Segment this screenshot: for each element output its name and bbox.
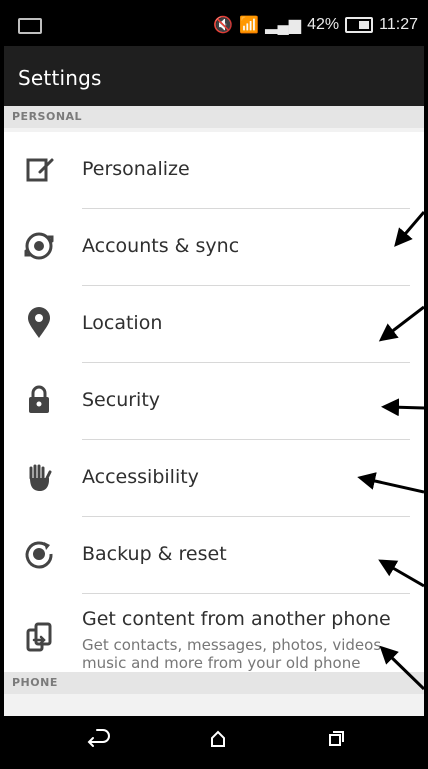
- section-header-phone: PHONE: [4, 672, 424, 694]
- location-pin-icon: [28, 307, 50, 338]
- settings-list: Personalize Accounts & sync Location Sec…: [4, 132, 424, 680]
- recent-apps-icon[interactable]: [316, 726, 356, 754]
- app-bar: Settings: [4, 46, 424, 106]
- notification-icon: [18, 18, 42, 34]
- status-icons: 🔇 📶 ▂▄▆ 42% 11:27: [213, 15, 418, 35]
- settings-item-label: Get content from another phone: [82, 608, 391, 630]
- settings-item-subtitle: Get contacts, messages, photos, videos, …: [82, 636, 386, 672]
- settings-item-personalize[interactable]: Personalize: [4, 132, 424, 209]
- settings-item-accessibility[interactable]: Accessibility: [4, 440, 424, 517]
- settings-item-label: Personalize: [82, 158, 190, 180]
- settings-item-label: Location: [82, 312, 163, 334]
- sync-icon: [24, 232, 54, 260]
- mute-icon: 🔇: [213, 17, 234, 34]
- signal-icon: ▂▄▆: [265, 17, 302, 34]
- settings-item-location[interactable]: Location: [4, 286, 424, 363]
- settings-item-get-content[interactable]: Get content from another phone Get conta…: [4, 594, 424, 680]
- personalize-icon: [26, 158, 54, 182]
- phone-frame: 🔇 📶 ▂▄▆ 42% 11:27 Settings PERSONAL Pers…: [0, 0, 428, 769]
- home-icon[interactable]: [198, 726, 238, 754]
- section-label: PHONE: [12, 676, 58, 689]
- settings-item-security[interactable]: Security: [4, 363, 424, 440]
- settings-item-label: Accounts & sync: [82, 235, 240, 257]
- status-bar: 🔇 📶 ▂▄▆ 42% 11:27: [4, 4, 424, 46]
- settings-item-label: Security: [82, 389, 161, 411]
- battery-icon: [345, 17, 374, 33]
- back-icon[interactable]: [79, 726, 119, 754]
- lock-icon: [29, 385, 49, 413]
- transfer-phone-icon: [26, 622, 52, 652]
- wifi-icon: 📶: [239, 17, 260, 34]
- section-label: PERSONAL: [12, 110, 83, 123]
- hand-icon: [29, 464, 52, 491]
- settings-item-label: Backup & reset: [82, 543, 227, 565]
- page-title: Settings: [18, 66, 102, 90]
- section-header-personal: PERSONAL: [4, 106, 424, 128]
- settings-item-backup-reset[interactable]: Backup & reset: [4, 517, 424, 594]
- backup-reset-icon: [25, 541, 53, 569]
- settings-item-label: Accessibility: [82, 466, 199, 488]
- settings-item-accounts-sync[interactable]: Accounts & sync: [4, 209, 424, 286]
- nav-bar: [4, 716, 424, 765]
- battery-percent: 42%: [307, 16, 340, 33]
- clock: 11:27: [379, 16, 418, 33]
